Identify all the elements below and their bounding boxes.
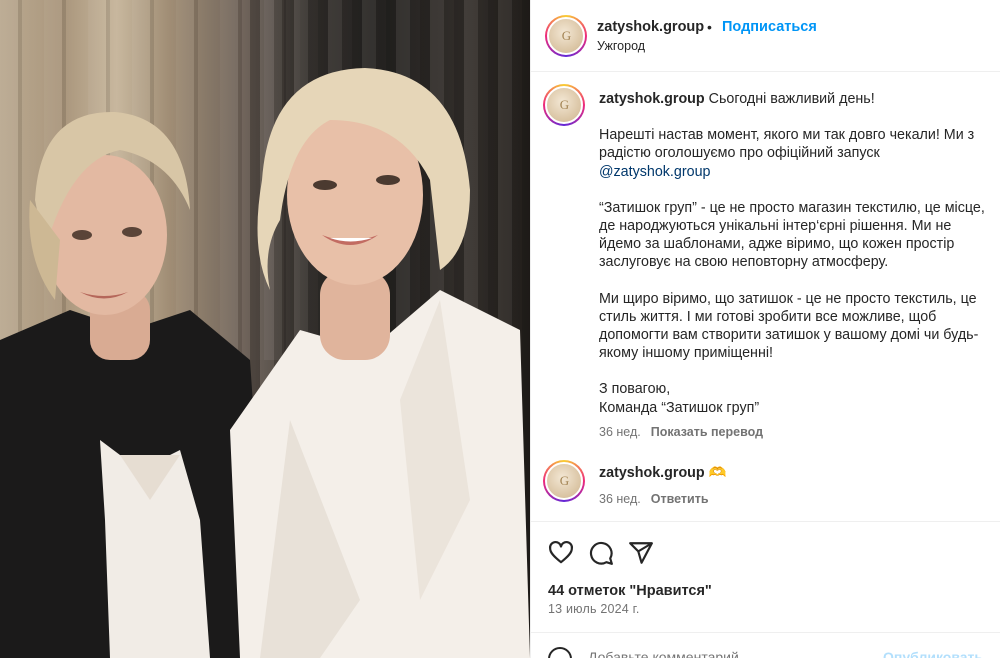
share-icon[interactable] [628,540,654,566]
post-caption: zatyshok.group Сьогодні важливий день! Н… [599,90,994,417]
caption-time[interactable]: 36 нед. [599,425,641,439]
people-illustration [0,68,530,658]
caption-first-line: Сьогодні важливий день! [708,91,875,107]
translate-button[interactable]: Показать перевод [651,425,763,439]
heart-icon[interactable] [548,540,574,566]
comment-avatar[interactable]: G [543,460,585,502]
post-header: G zatyshok.group • Подписаться Ужгород [531,0,1000,72]
reply-button[interactable]: Ответить [651,492,709,506]
avatar-monogram: G [545,86,583,124]
caption-avatar[interactable]: G [543,84,585,126]
avatar-monogram: G [545,462,583,500]
likes-count[interactable]: 44 отметок "Нравится" [548,583,712,599]
author-avatar[interactable]: G [545,15,587,57]
comment-username[interactable]: zatyshok.group [599,465,705,481]
comment-meta: 36 нед. Ответить [599,492,709,506]
separator-dot: • [707,19,712,35]
emoji-picker-icon[interactable] [548,647,572,658]
author-username[interactable]: zatyshok.group [597,19,704,35]
publish-button[interactable]: Опубликовать [883,649,983,658]
comment-input[interactable] [588,649,908,658]
add-comment-bar: Опубликовать [531,632,1000,658]
post-details-panel: G zatyshok.group • Подписаться Ужгород G… [530,0,1000,658]
mention-link[interactable]: @zatyshok.group [599,164,710,180]
follow-button[interactable]: Подписаться [722,19,817,35]
caption-username[interactable]: zatyshok.group [599,91,705,107]
caption-paragraph-1: Нарешті настав момент, якого ми так довг… [599,127,975,162]
comment-emoji: 🫶 [708,465,727,481]
caption-paragraph-3: Ми щиро віримо, що затишок - це не прост… [599,290,979,362]
comment-item: zatyshok.group 🫶 [599,465,726,481]
actions-divider [531,521,1000,522]
comment-icon[interactable] [588,540,614,566]
caption-sign-1: З повагою, [599,381,671,398]
post-date[interactable]: 13 июль 2024 г. [548,602,640,616]
caption-meta: 36 нед. Показать перевод [599,425,763,439]
location-link[interactable]: Ужгород [597,39,645,53]
caption-paragraph-2: “Затишок груп” - це не просто магазин те… [599,199,985,271]
comment-time[interactable]: 36 нед. [599,492,641,506]
caption-sign-2: Команда “Затишок груп” [599,399,760,416]
avatar-monogram: G [547,17,585,55]
post-photo[interactable] [0,0,530,658]
